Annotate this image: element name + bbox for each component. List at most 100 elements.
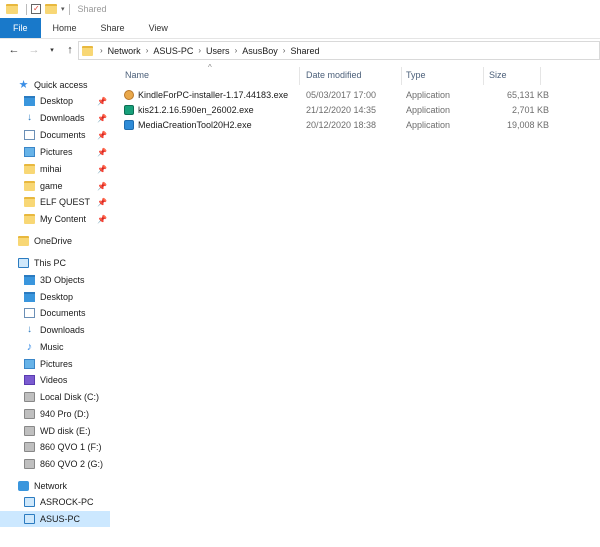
properties-icon[interactable]: ✓ <box>31 4 41 14</box>
chevron-down-icon[interactable]: ▾ <box>61 5 65 13</box>
pin-icon[interactable]: 📌 <box>97 198 107 207</box>
nav-item-wd-disk-e[interactable]: WD disk (E:) <box>0 423 110 439</box>
pin-icon[interactable]: 📌 <box>97 97 107 106</box>
file-date: 20/12/2020 18:38 <box>306 119 377 130</box>
videos-icon <box>24 375 35 385</box>
nav-item-asus-pc[interactable]: ASUS-PC <box>0 511 110 527</box>
file-type: Application <box>406 89 451 100</box>
column-divider[interactable] <box>401 67 402 85</box>
file-size: 19,008 KB <box>506 119 549 130</box>
nav-item-860-qvo-1-f[interactable]: 860 QVO 1 (F:) <box>0 439 110 455</box>
pin-icon[interactable]: 📌 <box>97 131 107 140</box>
folder-icon <box>6 4 18 14</box>
column-type[interactable]: Type <box>406 67 426 82</box>
folder-icon <box>18 236 29 246</box>
file-type: Application <box>406 104 451 115</box>
address-row: ← → ▾ ↑ › Network › ASUS-PC › Users › AsusBo… <box>0 39 600 61</box>
nav-item-desktop-pc[interactable]: Desktop <box>0 289 110 305</box>
file-name: MediaCreationTool20H2.exe <box>138 119 252 130</box>
tab-view[interactable]: View <box>137 18 180 38</box>
download-icon: ↓ <box>27 324 32 335</box>
pin-icon[interactable]: 📌 <box>97 165 107 174</box>
divider <box>68 3 70 15</box>
nav-item-documents[interactable]: Documents 📌 <box>0 127 110 143</box>
desktop-icon <box>24 96 35 106</box>
file-date: 05/03/2017 17:00 <box>306 89 377 100</box>
nav-item-pictures-pc[interactable]: Pictures <box>0 356 110 372</box>
nav-onedrive[interactable]: OneDrive <box>0 233 110 249</box>
pin-icon[interactable]: 📌 <box>97 148 107 157</box>
nav-item-music[interactable]: ♪ Music <box>0 339 110 355</box>
3d-objects-icon <box>24 275 35 285</box>
drive-icon <box>24 442 35 452</box>
nav-item-860-qvo-2-g[interactable]: 860 QVO 2 (G:) <box>0 456 110 472</box>
pictures-icon <box>24 147 35 157</box>
nav-label: ASUS-PC <box>40 514 81 524</box>
tab-home[interactable]: Home <box>41 18 89 38</box>
column-divider[interactable] <box>540 67 541 85</box>
breadcrumb-asus-pc[interactable]: ASUS-PC <box>153 46 193 56</box>
forward-arrow-icon[interactable]: → <box>26 42 42 58</box>
nav-item-asrock-pc[interactable]: ASROCK-PC <box>0 494 110 510</box>
nav-label: Music <box>40 342 64 352</box>
pin-icon[interactable]: 📌 <box>97 114 107 123</box>
up-arrow-icon[interactable]: ↑ <box>62 42 78 58</box>
column-size[interactable]: Size <box>489 67 507 82</box>
file-row[interactable]: KindleForPC-installer-1.17.44183.exe 05/… <box>124 87 549 102</box>
nav-label: 940 Pro (D:) <box>40 409 90 419</box>
file-name: KindleForPC-installer-1.17.44183.exe <box>138 89 289 100</box>
column-name[interactable]: Name <box>125 67 149 82</box>
nav-item-downloads[interactable]: ↓ Downloads 📌 <box>0 110 110 126</box>
breadcrumb-shared[interactable]: Shared <box>290 46 319 56</box>
nav-label: 3D Objects <box>40 275 85 285</box>
network-icon <box>18 481 29 491</box>
address-bar[interactable]: › Network › ASUS-PC › Users › AsusBoy › Share… <box>78 41 600 60</box>
nav-item-game[interactable]: game 📌 <box>0 178 110 194</box>
recent-locations-icon[interactable]: ▾ <box>44 42 60 58</box>
file-row[interactable]: kis21.2.16.590en_26002.exe 21/12/2020 14… <box>124 102 549 117</box>
tab-share[interactable]: Share <box>89 18 137 38</box>
nav-item-local-disk-c[interactable]: Local Disk (C:) <box>0 389 110 405</box>
breadcrumb-network[interactable]: Network <box>108 46 141 56</box>
nav-item-my-content[interactable]: My Content 📌 <box>0 211 110 227</box>
nav-item-mihai[interactable]: mihai 📌 <box>0 161 110 177</box>
file-type: Application <box>406 119 451 130</box>
nav-item-desktop[interactable]: Desktop 📌 <box>0 93 110 109</box>
nav-item-elf-quest[interactable]: ELF QUEST 📌 <box>0 194 110 210</box>
breadcrumb-asusboy[interactable]: AsusBoy <box>242 46 278 56</box>
nav-label: Network <box>34 481 68 491</box>
file-size: 2,701 KB <box>511 104 549 115</box>
nav-label: Pictures <box>40 359 73 369</box>
nav-item-downloads-pc[interactable]: ↓ Downloads <box>0 322 110 338</box>
nav-item-3d-objects[interactable]: 3D Objects <box>0 272 110 288</box>
nav-label: Desktop <box>40 96 74 106</box>
documents-icon <box>24 130 35 140</box>
documents-icon <box>24 308 35 318</box>
nav-quick-access[interactable]: ★ Quick access <box>0 77 110 93</box>
breadcrumb-users[interactable]: Users <box>206 46 230 56</box>
tab-file[interactable]: File <box>0 18 41 38</box>
nav-item-videos[interactable]: Videos <box>0 372 110 388</box>
drive-icon <box>24 392 35 402</box>
pin-icon[interactable]: 📌 <box>97 182 107 191</box>
nav-this-pc[interactable]: This PC <box>0 255 110 271</box>
nav-item-pictures[interactable]: Pictures 📌 <box>0 144 110 160</box>
pin-icon[interactable]: 📌 <box>97 215 107 224</box>
drive-icon <box>24 459 35 469</box>
music-icon: ♪ <box>26 341 33 353</box>
file-row[interactable]: MediaCreationTool20H2.exe 20/12/2020 18:… <box>124 117 549 132</box>
nav-network[interactable]: Network <box>0 478 110 494</box>
folder-icon <box>24 214 35 224</box>
nav-item-940-pro-d[interactable]: 940 Pro (D:) <box>0 406 110 422</box>
nav-item-documents-pc[interactable]: Documents <box>0 305 110 321</box>
new-folder-icon[interactable] <box>45 4 57 14</box>
nav-label: 860 QVO 2 (G:) <box>40 459 104 469</box>
nav-label: Downloads <box>40 113 85 123</box>
title-bar: ✓ ▾ Shared <box>0 0 600 18</box>
back-arrow-icon[interactable]: ← <box>6 42 22 58</box>
nav-label: Local Disk (C:) <box>40 392 100 402</box>
column-divider[interactable] <box>299 67 300 85</box>
column-date-modified[interactable]: Date modified <box>306 67 362 82</box>
column-divider[interactable] <box>483 67 484 85</box>
folder-icon <box>24 181 35 191</box>
